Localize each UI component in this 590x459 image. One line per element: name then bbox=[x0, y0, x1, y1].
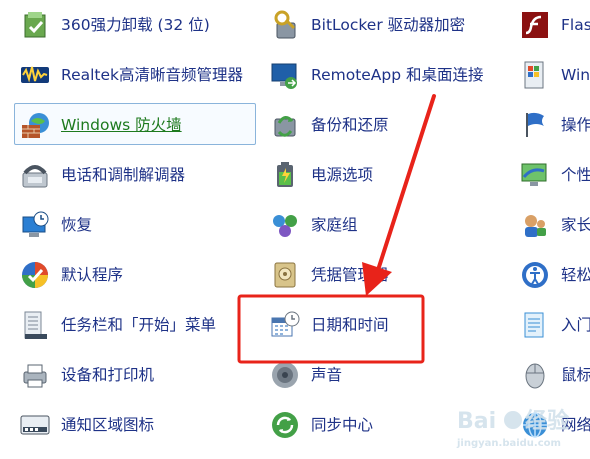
control-panel-item-power-battery[interactable]: 电源选项 bbox=[264, 153, 506, 195]
network-icon bbox=[519, 409, 551, 441]
printer-icon bbox=[19, 359, 51, 391]
uninstall-box-icon bbox=[19, 9, 51, 41]
item-label[interactable]: 家庭组 bbox=[311, 215, 358, 235]
item-label[interactable]: Realtek高清晰音频管理器 bbox=[61, 65, 243, 85]
control-panel-item-default-programs[interactable]: 默认程序 bbox=[14, 253, 256, 295]
item-label[interactable]: 任务栏和「开始」菜单 bbox=[61, 315, 216, 335]
item-label[interactable]: 日期和时间 bbox=[311, 315, 389, 335]
control-panel-item-ease-of-access[interactable]: 轻松 bbox=[514, 253, 590, 295]
control-panel-item-notification-area[interactable]: 通知区域图标 bbox=[14, 403, 256, 445]
credential-vault-icon bbox=[269, 259, 301, 291]
remoteapp-monitor-icon bbox=[269, 59, 301, 91]
control-panel-item-personalization[interactable]: 个性 bbox=[514, 153, 590, 195]
control-panel-item-taskbar[interactable]: 任务栏和「开始」菜单 bbox=[14, 303, 256, 345]
item-label[interactable]: 轻松 bbox=[561, 265, 590, 285]
control-panel-item-speaker[interactable]: 声音 bbox=[264, 353, 506, 395]
control-panel-item-mouse[interactable]: 鼠标 bbox=[514, 353, 590, 395]
bitlocker-key-icon bbox=[269, 9, 301, 41]
getting-started-icon bbox=[519, 309, 551, 341]
item-label[interactable]: BitLocker 驱动器加密 bbox=[311, 15, 465, 35]
item-label[interactable]: 360强力卸载 (32 位) bbox=[61, 15, 210, 35]
item-label[interactable]: 备份和还原 bbox=[311, 115, 389, 135]
taskbar-icon bbox=[19, 309, 51, 341]
item-label[interactable]: 个性 bbox=[561, 165, 590, 185]
parental-controls-icon bbox=[519, 209, 551, 241]
default-programs-icon bbox=[19, 259, 51, 291]
control-panel-item-firewall-globe[interactable]: Windows 防火墙 bbox=[14, 103, 256, 145]
control-panel-item-action-center-flag[interactable]: 操作 bbox=[514, 103, 590, 145]
item-label[interactable]: 家长 bbox=[561, 215, 590, 235]
item-label[interactable]: 通知区域图标 bbox=[61, 415, 154, 435]
control-panel-item-getting-started[interactable]: 入门 bbox=[514, 303, 590, 345]
control-panel-item-backup-restore[interactable]: 备份和还原 bbox=[264, 103, 506, 145]
control-panel-item-telephone[interactable]: 电话和调制解调器 bbox=[14, 153, 256, 195]
speaker-icon bbox=[269, 359, 301, 391]
item-label[interactable]: 设备和打印机 bbox=[61, 365, 154, 385]
action-center-flag-icon bbox=[519, 109, 551, 141]
control-panel-item-remoteapp-monitor[interactable]: RemoteApp 和桌面连接 bbox=[264, 53, 506, 95]
calendar-clock-icon bbox=[269, 309, 301, 341]
mouse-icon bbox=[519, 359, 551, 391]
personalization-icon bbox=[519, 159, 551, 191]
control-panel-item-parental-controls[interactable]: 家长 bbox=[514, 203, 590, 245]
item-label[interactable]: 网络 bbox=[561, 415, 590, 435]
backup-restore-icon bbox=[269, 109, 301, 141]
control-panel-item-uninstall-box[interactable]: 360强力卸载 (32 位) bbox=[14, 3, 256, 45]
ease-of-access-icon bbox=[519, 259, 551, 291]
item-label[interactable]: Win bbox=[561, 65, 590, 85]
item-label[interactable]: 电源选项 bbox=[311, 165, 373, 185]
item-label[interactable]: 入门 bbox=[561, 315, 590, 335]
windows-update-icon bbox=[519, 59, 551, 91]
control-panel-item-flash-player[interactable]: Flas bbox=[514, 3, 590, 45]
item-label[interactable]: 鼠标 bbox=[561, 365, 590, 385]
control-panel-item-windows-update[interactable]: Win bbox=[514, 53, 590, 95]
item-label[interactable]: 操作 bbox=[561, 115, 590, 135]
control-panel-item-printer[interactable]: 设备和打印机 bbox=[14, 353, 256, 395]
control-panel-item-credential-vault[interactable]: 凭据管理器 bbox=[264, 253, 506, 295]
homegroup-icon bbox=[269, 209, 301, 241]
audio-waveform-icon bbox=[19, 59, 51, 91]
control-panel-item-network[interactable]: 网络 bbox=[514, 403, 590, 445]
control-panel-item-bitlocker-key[interactable]: BitLocker 驱动器加密 bbox=[264, 3, 506, 45]
item-label[interactable]: RemoteApp 和桌面连接 bbox=[311, 65, 484, 85]
firewall-globe-icon bbox=[19, 109, 51, 141]
item-label[interactable]: 默认程序 bbox=[61, 265, 123, 285]
item-label[interactable]: 电话和调制解调器 bbox=[61, 165, 185, 185]
control-panel-item-sync-center[interactable]: 同步中心 bbox=[264, 403, 506, 445]
item-label[interactable]: 同步中心 bbox=[311, 415, 373, 435]
item-label[interactable]: 恢复 bbox=[61, 215, 92, 235]
sync-center-icon bbox=[269, 409, 301, 441]
recovery-computer-icon bbox=[19, 209, 51, 241]
control-panel-item-homegroup[interactable]: 家庭组 bbox=[264, 203, 506, 245]
item-label[interactable]: 声音 bbox=[311, 365, 342, 385]
telephone-icon bbox=[19, 159, 51, 191]
notification-area-icon bbox=[19, 409, 51, 441]
flash-player-icon bbox=[519, 9, 551, 41]
item-label[interactable]: Flas bbox=[561, 15, 590, 35]
power-battery-icon bbox=[269, 159, 301, 191]
control-panel-item-recovery-computer[interactable]: 恢复 bbox=[14, 203, 256, 245]
item-label[interactable]: Windows 防火墙 bbox=[61, 115, 182, 135]
item-label[interactable]: 凭据管理器 bbox=[311, 265, 389, 285]
control-panel-item-audio-waveform[interactable]: Realtek高清晰音频管理器 bbox=[14, 53, 256, 95]
control-panel-item-calendar-clock[interactable]: 日期和时间 bbox=[264, 303, 506, 345]
